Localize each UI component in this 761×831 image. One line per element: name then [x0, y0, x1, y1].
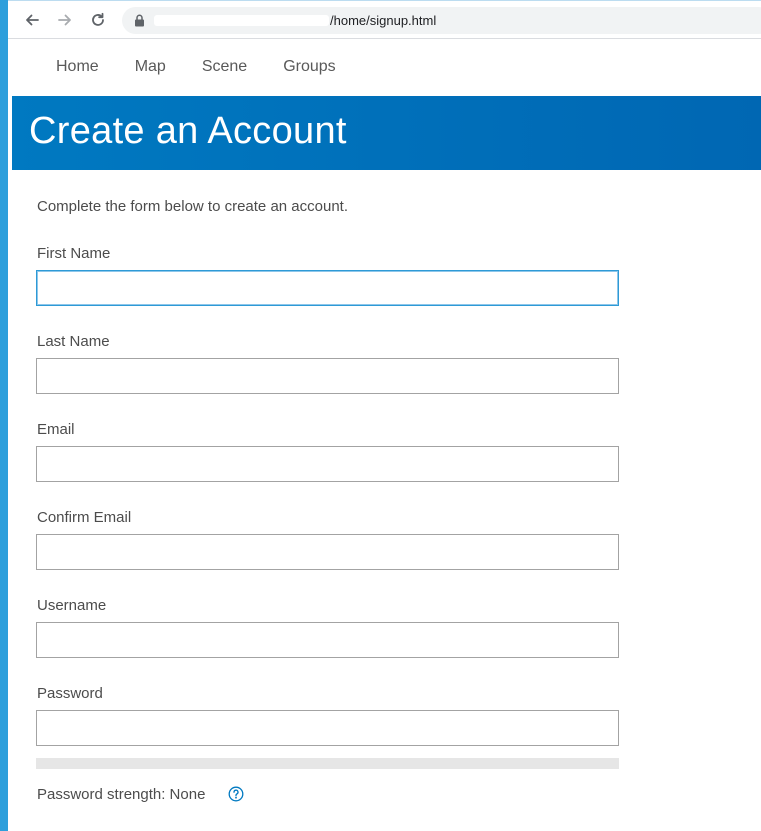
email-input[interactable]	[36, 446, 619, 482]
page-title: Create an Account	[29, 110, 347, 152]
back-button[interactable]	[21, 9, 43, 31]
url-redacted-host	[154, 15, 329, 26]
password-input[interactable]	[36, 710, 619, 746]
url-path: /home/signup.html	[330, 13, 437, 28]
nav-item-scene[interactable]: Scene	[202, 58, 247, 76]
site-nav: Home Map Scene Groups	[8, 40, 761, 96]
address-bar[interactable]: /home/signup.html	[122, 7, 761, 34]
username-input[interactable]	[36, 622, 619, 658]
lock-icon	[135, 14, 144, 27]
form-intro: Complete the form below to create an acc…	[37, 198, 349, 215]
arrow-right-icon	[58, 14, 71, 26]
password-strength-meter	[36, 758, 619, 769]
last-name-label: Last Name	[37, 333, 110, 350]
forward-button[interactable]	[54, 9, 76, 31]
window-frame-edge	[0, 0, 8, 831]
username-label: Username	[37, 597, 107, 614]
last-name-input[interactable]	[36, 358, 619, 394]
nav-item-groups[interactable]: Groups	[283, 58, 335, 76]
first-name-input[interactable]	[36, 270, 619, 306]
email-label: Email	[37, 421, 75, 438]
page-header: Create an Account	[12, 96, 761, 170]
password-strength-text: Password strength: None	[37, 786, 206, 803]
confirm-email-input[interactable]	[36, 534, 619, 570]
password-label: Password	[37, 685, 103, 702]
nav-item-map[interactable]: Map	[135, 58, 166, 76]
help-question-icon[interactable]	[228, 786, 244, 802]
nav-item-home[interactable]: Home	[56, 58, 99, 76]
first-name-label: First Name	[37, 245, 111, 262]
reload-button[interactable]	[87, 9, 109, 31]
browser-toolbar: /home/signup.html	[8, 1, 761, 39]
confirm-email-label: Confirm Email	[37, 509, 132, 526]
arrow-left-icon	[26, 14, 39, 26]
reload-icon	[92, 12, 104, 26]
